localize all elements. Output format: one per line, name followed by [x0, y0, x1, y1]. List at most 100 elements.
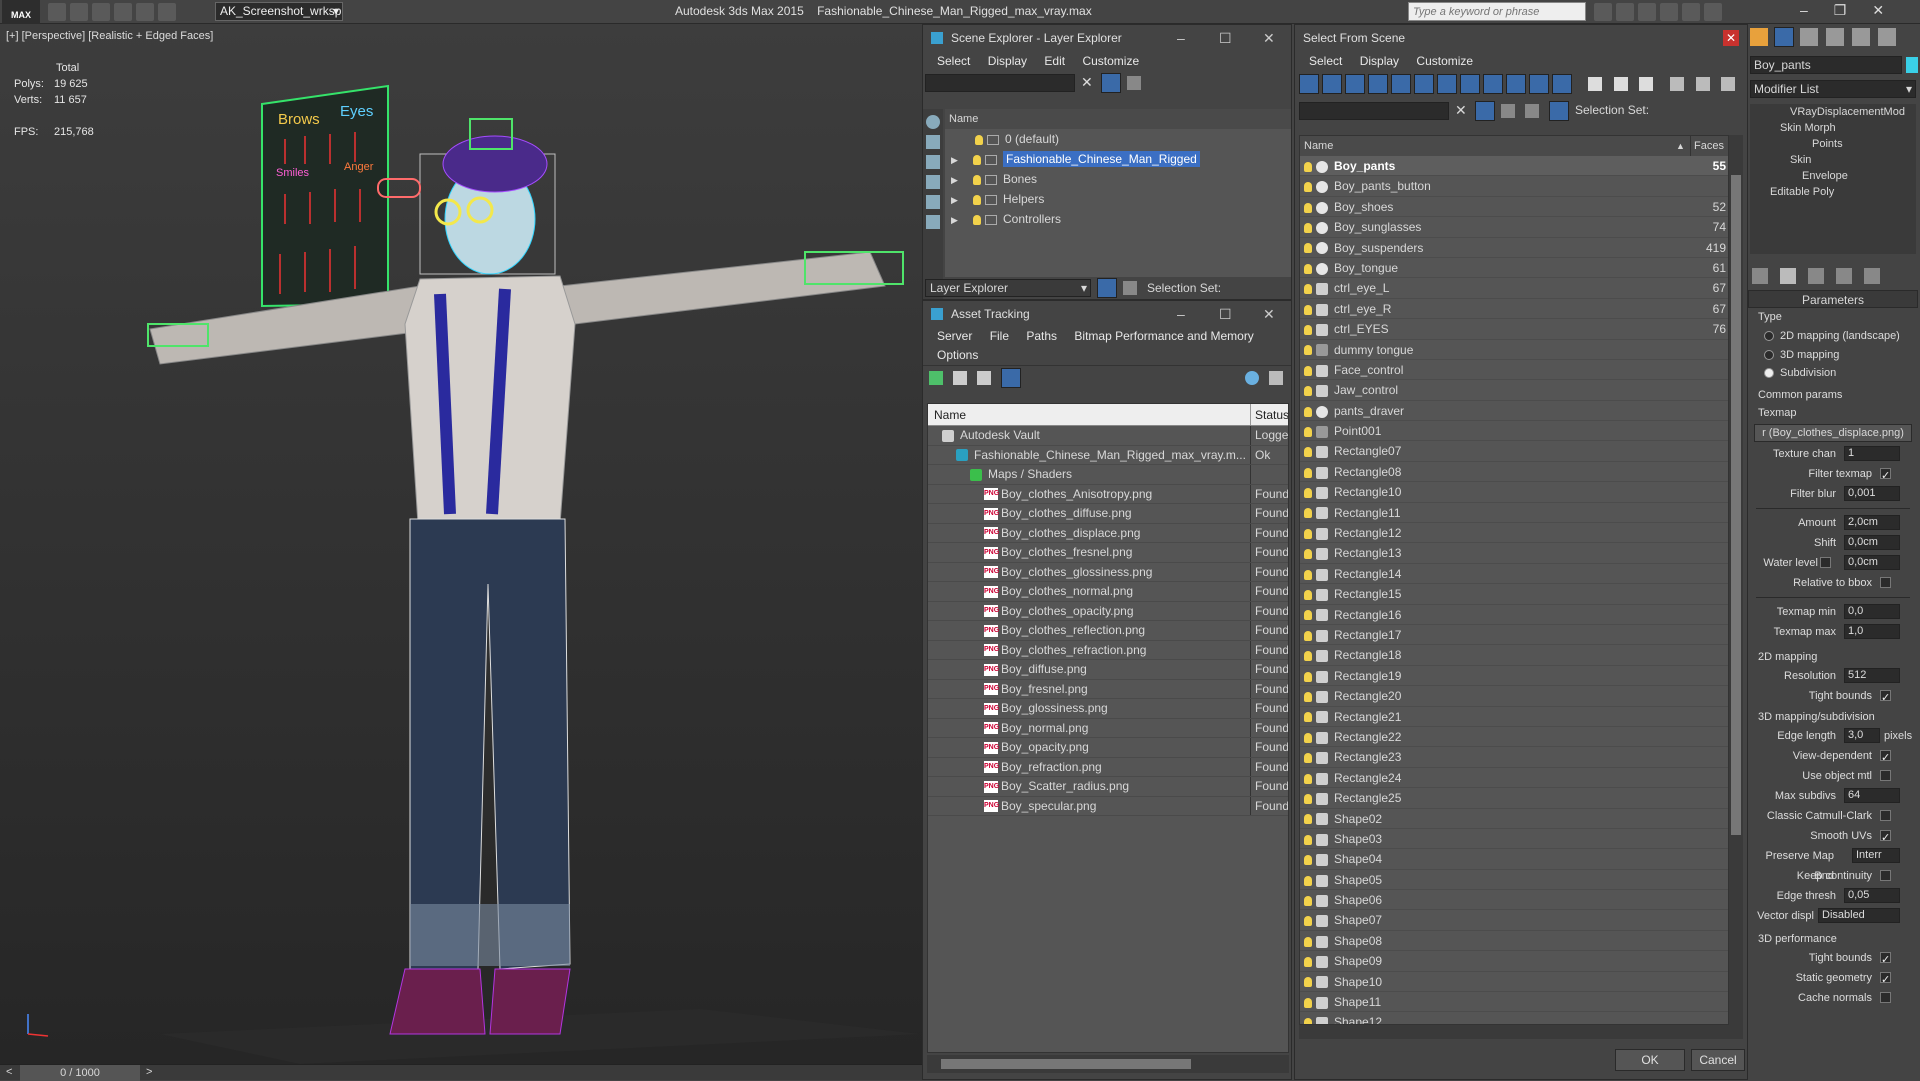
select-shapes-icon[interactable]	[1322, 74, 1342, 94]
object-row[interactable]: Shape11	[1300, 992, 1728, 1013]
asset-row[interactable]: PNG Boy_clothes_reflection.png Found	[928, 621, 1288, 641]
radio-icon[interactable]	[1764, 331, 1774, 342]
select-groups-icon[interactable]	[1437, 74, 1457, 94]
hierarchy-icon[interactable]	[1549, 101, 1569, 121]
object-row[interactable]: Rectangle18	[1300, 645, 1728, 666]
lightbulb-icon[interactable]	[1304, 691, 1312, 702]
object-list-vscroll[interactable]	[1729, 135, 1743, 1025]
lightbulb-icon[interactable]	[1304, 324, 1312, 335]
object-row[interactable]: Rectangle15	[1300, 584, 1728, 605]
minimize-icon[interactable]: –	[1177, 25, 1185, 51]
restore-icon[interactable]: ❐	[1834, 2, 1873, 18]
search-box[interactable]	[1408, 2, 1586, 21]
save-file-icon[interactable]	[92, 3, 110, 21]
scene-explorer-titlebar[interactable]: Scene Explorer - Layer Explorer – ☐ ✕	[923, 25, 1291, 51]
menu-bitmap-performance[interactable]: Bitmap Performance and Memory	[1074, 329, 1253, 343]
object-row[interactable]: Rectangle19	[1300, 666, 1728, 687]
hierarchy-icon[interactable]	[1123, 281, 1137, 295]
select-bones-icon[interactable]	[1483, 74, 1503, 94]
select-xrefs-icon[interactable]	[1460, 74, 1480, 94]
asset-row[interactable]: PNG Boy_clothes_Anisotropy.png Found	[928, 484, 1288, 504]
preserve-map-dropdown[interactable]: Interr	[1852, 848, 1900, 863]
select-none-icon[interactable]	[1613, 77, 1628, 91]
minimize-icon[interactable]: –	[1800, 2, 1834, 18]
lightbulb-icon[interactable]	[1304, 182, 1312, 193]
modifier-list-dropdown[interactable]: Modifier List ▾	[1750, 80, 1916, 98]
search-input[interactable]	[1409, 3, 1585, 20]
lightbulb-icon[interactable]	[1304, 528, 1312, 539]
lightbulb-icon[interactable]	[1304, 284, 1312, 295]
asset-row[interactable]: PNG Boy_specular.png Found	[928, 796, 1288, 816]
modifier-stack-item[interactable]: Skin	[1750, 152, 1916, 168]
menu-server[interactable]: Server	[937, 329, 972, 343]
smooth-uvs-checkbox[interactable]	[1880, 828, 1891, 848]
object-row[interactable]: Rectangle16	[1300, 605, 1728, 625]
list-view-icon[interactable]	[953, 371, 967, 385]
expand-icon[interactable]: ▶	[951, 190, 969, 209]
radio-icon[interactable]	[1764, 350, 1774, 361]
object-row[interactable]: Boy_suspenders 419	[1300, 238, 1728, 258]
texture-chan-spinner[interactable]: 1	[1844, 446, 1900, 461]
project-folder-icon[interactable]	[158, 3, 176, 21]
lightbulb-icon[interactable]	[1304, 773, 1312, 784]
display-geometry-icon[interactable]	[926, 115, 940, 129]
modifier-stack-subitem[interactable]: Points	[1750, 136, 1916, 152]
menu-customize[interactable]: Customize	[1082, 54, 1139, 68]
lightbulb-icon[interactable]	[1304, 590, 1312, 601]
water-level-checkbox[interactable]	[1820, 557, 1831, 568]
image-view-icon[interactable]	[977, 371, 991, 385]
workspace-dropdown[interactable]: AK_Screenshot_wrksp ▾	[215, 2, 343, 21]
select-hidden-icon[interactable]	[1552, 74, 1572, 94]
time-prev-icon[interactable]: <	[6, 1066, 12, 1078]
exchange-icon[interactable]	[1638, 3, 1656, 21]
lightbulb-icon[interactable]	[1304, 386, 1312, 397]
modifier-stack-item[interactable]: Editable Poly	[1750, 184, 1916, 200]
lightbulb-icon[interactable]	[975, 134, 983, 145]
parameters-title[interactable]: Parameters	[1748, 290, 1918, 308]
object-row[interactable]: Shape04	[1300, 849, 1728, 870]
cache-normals-checkbox[interactable]	[1880, 992, 1891, 1003]
view-dependent-checkbox[interactable]	[1880, 748, 1891, 768]
object-row[interactable]: Face_control	[1300, 360, 1728, 381]
lightbulb-icon[interactable]	[1304, 957, 1312, 968]
lightbulb-icon[interactable]	[1304, 875, 1312, 886]
lightbulb-icon[interactable]	[1304, 243, 1312, 254]
asset-tracking-titlebar[interactable]: Asset Tracking – ☐ ✕	[923, 301, 1291, 327]
amount-spinner[interactable]: 2,0cm	[1844, 515, 1900, 530]
object-row[interactable]: Shape05	[1300, 870, 1728, 891]
object-row[interactable]: Shape07	[1300, 910, 1728, 931]
select-frozen-icon[interactable]	[1529, 74, 1549, 94]
help-icon[interactable]	[1704, 3, 1722, 21]
display-spacewarps-icon[interactable]	[926, 215, 940, 229]
type-2d-mapping[interactable]: 2D mapping (landscape)	[1748, 326, 1918, 346]
classic-cc-checkbox[interactable]	[1880, 810, 1891, 821]
lightbulb-icon[interactable]	[1304, 793, 1312, 804]
select-lights-icon[interactable]	[1345, 74, 1365, 94]
layer-tool-icon[interactable]	[1127, 76, 1141, 90]
character-model[interactable]: Brows Eyes Smiles Anger	[0, 24, 922, 1064]
object-row[interactable]: Rectangle25	[1300, 788, 1728, 809]
asset-hscroll[interactable]	[927, 1055, 1289, 1073]
remove-modifier-icon[interactable]	[1836, 268, 1852, 284]
minimize-icon[interactable]: –	[1177, 301, 1185, 327]
water-level-spinner[interactable]: 0,0cm	[1844, 555, 1900, 570]
create-tab-icon[interactable]	[1750, 28, 1768, 46]
utilities-tab-icon[interactable]	[1878, 28, 1896, 46]
texmap-max-spinner[interactable]: 1,0	[1844, 624, 1900, 639]
object-row[interactable]: dummy tongue	[1300, 340, 1728, 360]
open-file-icon[interactable]	[70, 3, 88, 21]
refresh-icon[interactable]	[929, 371, 943, 385]
lightbulb-icon[interactable]	[1304, 447, 1312, 458]
pin-stack-icon[interactable]	[1752, 268, 1768, 284]
layer-row[interactable]: ▶ Bones	[945, 169, 1291, 189]
close-icon[interactable]: ✕	[1263, 25, 1275, 51]
undo-icon[interactable]	[114, 3, 132, 21]
modifier-stack-item[interactable]: VRayDisplacementMod	[1750, 104, 1916, 120]
object-list-vscroll-thumb[interactable]	[1731, 175, 1741, 835]
layer-row[interactable]: 0 (default)	[945, 129, 1291, 149]
keep-continuity-checkbox[interactable]	[1880, 870, 1891, 881]
hierarchy-filter-icon[interactable]	[1695, 77, 1710, 91]
lightbulb-icon[interactable]	[1304, 855, 1312, 866]
object-row[interactable]: Shape09	[1300, 951, 1728, 972]
lightbulb-icon[interactable]	[1304, 467, 1312, 478]
